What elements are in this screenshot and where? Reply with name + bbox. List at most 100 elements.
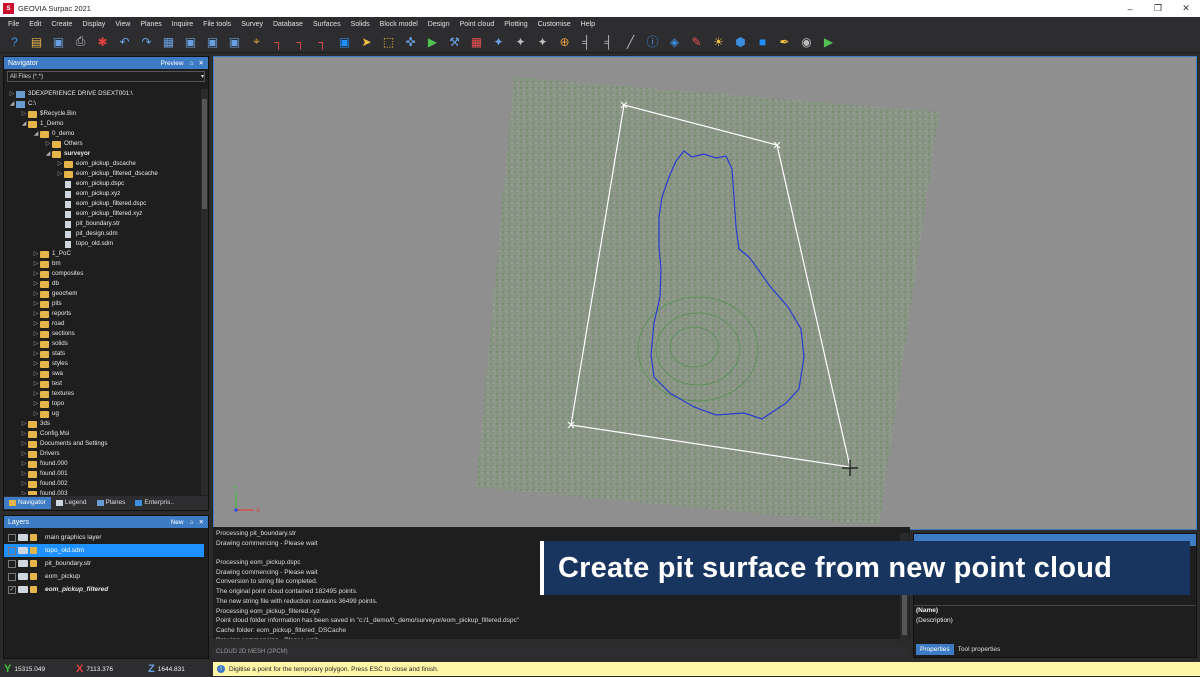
undo-button[interactable]: ↶	[116, 33, 133, 50]
layer-checkbox[interactable]: ✓	[8, 585, 16, 594]
menu-display[interactable]: Display	[82, 21, 105, 28]
pin-icon[interactable]: ⌂	[190, 519, 194, 526]
pen-button[interactable]: ✎	[688, 33, 705, 50]
layer-button[interactable]: ◈	[666, 33, 683, 50]
sun-button[interactable]: ☀	[710, 33, 727, 50]
tree-item[interactable]: ▷ found.000	[4, 459, 202, 469]
edit-point-button[interactable]: ✦	[512, 33, 529, 50]
record-button[interactable]: ◉	[798, 33, 815, 50]
section-button[interactable]: ╡	[600, 33, 617, 50]
scrollbar-thumb[interactable]	[902, 595, 907, 635]
tree-item[interactable]: ▷ sections	[4, 329, 202, 339]
layer-checkbox[interactable]	[8, 533, 16, 542]
mesh-button[interactable]: ▦	[468, 33, 485, 50]
menu-database[interactable]: Database	[273, 21, 303, 28]
colour-button[interactable]: ■	[754, 33, 771, 50]
digitise-button[interactable]: ✦	[490, 33, 507, 50]
tree-item[interactable]: ▷ found.003	[4, 489, 202, 495]
menu-surfaces[interactable]: Surfaces	[313, 21, 341, 28]
select-button[interactable]: ▣	[336, 33, 353, 50]
restore-button[interactable]: ❐	[1144, 3, 1172, 14]
expand-arrow-icon[interactable]: ▷	[20, 449, 28, 459]
tree-item[interactable]: ▷ ug	[4, 409, 202, 419]
measure-button[interactable]: ⚒	[446, 33, 463, 50]
expand-arrow-icon[interactable]: ▷	[32, 409, 40, 419]
menu-point-cloud[interactable]: Point cloud	[460, 21, 495, 28]
lock-icon[interactable]	[30, 586, 37, 593]
expand-arrow-icon[interactable]: ▷	[44, 139, 52, 149]
graphics-canvas[interactable]: Y X	[214, 57, 1197, 530]
expand-arrow-icon[interactable]: ▷	[32, 379, 40, 389]
layer-checkbox[interactable]	[8, 572, 16, 581]
help-button[interactable]: ?	[6, 33, 23, 50]
axis-z-button[interactable]: ┐	[314, 33, 331, 50]
print-button[interactable]: ⎙	[72, 33, 89, 50]
tree-item[interactable]: ▷ stats	[4, 349, 202, 359]
layer-checkbox[interactable]	[8, 559, 16, 568]
function-tab[interactable]: CLOUD 2D MESH (2PCM)	[213, 647, 910, 658]
tree-item[interactable]: ◢ 1_Demo	[4, 119, 202, 129]
tree-item[interactable]: eom_pickup_filtered.xyz	[4, 209, 202, 219]
tree-item[interactable]: ◢ C:\	[4, 99, 202, 109]
draw-button[interactable]: ✒	[776, 33, 793, 50]
file-filter-select[interactable]: All Files (*.*) ▾	[7, 71, 205, 82]
close-button[interactable]: ✕	[1172, 3, 1200, 14]
tab-navigator[interactable]: Navigator	[4, 497, 51, 509]
menu-file[interactable]: File	[8, 21, 19, 28]
menu-edit[interactable]: Edit	[29, 21, 41, 28]
tree-item[interactable]: ▷ composites	[4, 269, 202, 279]
tab-planes[interactable]: Planes	[92, 497, 131, 509]
hexagon-button[interactable]: ⬢	[732, 33, 749, 50]
menu-create[interactable]: Create	[51, 21, 72, 28]
layer-row[interactable]: ✓ eom_pickup_filtered	[4, 583, 208, 596]
open-button[interactable]: ▤	[28, 33, 45, 50]
expand-arrow-icon[interactable]: ◢	[20, 119, 28, 129]
tree-item[interactable]: ▷ styles	[4, 359, 202, 369]
insert-point-button[interactable]: ⊕	[556, 33, 573, 50]
tree-item[interactable]: ▷ road	[4, 319, 202, 329]
tree-item[interactable]: topo_old.sdm	[4, 239, 202, 249]
tree-item[interactable]: ▷ textures	[4, 389, 202, 399]
visibility-icon[interactable]	[18, 534, 28, 541]
lock-icon[interactable]	[30, 547, 37, 554]
tree-item[interactable]: ▷ reports	[4, 309, 202, 319]
select-box-button[interactable]: ⬚	[380, 33, 397, 50]
menu-inquire[interactable]: Inquire	[172, 21, 193, 28]
layer-row[interactable]: topo_old.sdm	[4, 544, 204, 557]
expand-arrow-icon[interactable]: ▷	[32, 299, 40, 309]
expand-arrow-icon[interactable]: ▷	[32, 339, 40, 349]
expand-arrow-icon[interactable]: ▷	[32, 309, 40, 319]
zoom-window-button[interactable]: ▣	[204, 33, 221, 50]
graphics-viewport[interactable]: Y X	[213, 56, 1197, 530]
axis-x-button[interactable]: ┐	[270, 33, 287, 50]
expand-arrow-icon[interactable]: ▷	[20, 429, 28, 439]
menu-survey[interactable]: Survey	[241, 21, 263, 28]
tree-item[interactable]: ▷ pits	[4, 299, 202, 309]
tree-item[interactable]: ▷ Others	[4, 139, 202, 149]
profile-button[interactable]: ╡	[578, 33, 595, 50]
string-button[interactable]: ╱	[622, 33, 639, 50]
tree-item[interactable]: ▷ $Recycle.Bin	[4, 109, 202, 119]
play-button[interactable]: ▶	[424, 33, 441, 50]
expand-arrow-icon[interactable]: ▷	[32, 319, 40, 329]
expand-arrow-icon[interactable]: ▷	[32, 249, 40, 259]
expand-arrow-icon[interactable]: ▷	[20, 469, 28, 479]
expand-arrow-icon[interactable]: ◢	[44, 149, 52, 159]
lock-icon[interactable]	[30, 534, 37, 541]
expand-arrow-icon[interactable]: ▷	[32, 289, 40, 299]
preview-toggle[interactable]: Preview	[160, 60, 183, 67]
expand-arrow-icon[interactable]: ◢	[32, 129, 40, 139]
tree-item[interactable]: ▷ Documents and Settings	[4, 439, 202, 449]
close-panel-icon[interactable]: ✕	[199, 518, 204, 526]
expand-arrow-icon[interactable]: ▷	[20, 419, 28, 429]
tree-item[interactable]: ◢ surveyor	[4, 149, 202, 159]
target-button[interactable]: ⌖	[248, 33, 265, 50]
lock-icon[interactable]	[30, 560, 37, 567]
tree-item[interactable]: ▷ topo	[4, 399, 202, 409]
layer-row[interactable]: eom_pickup	[4, 570, 208, 583]
lock-icon[interactable]	[30, 573, 37, 580]
tab-legend[interactable]: Legend	[51, 497, 92, 509]
layer-row[interactable]: pit_boundary.str	[4, 557, 208, 570]
tab-tool-properties[interactable]: Tool properties	[954, 644, 1005, 655]
tree-item[interactable]: eom_pickup.dspc	[4, 179, 202, 189]
